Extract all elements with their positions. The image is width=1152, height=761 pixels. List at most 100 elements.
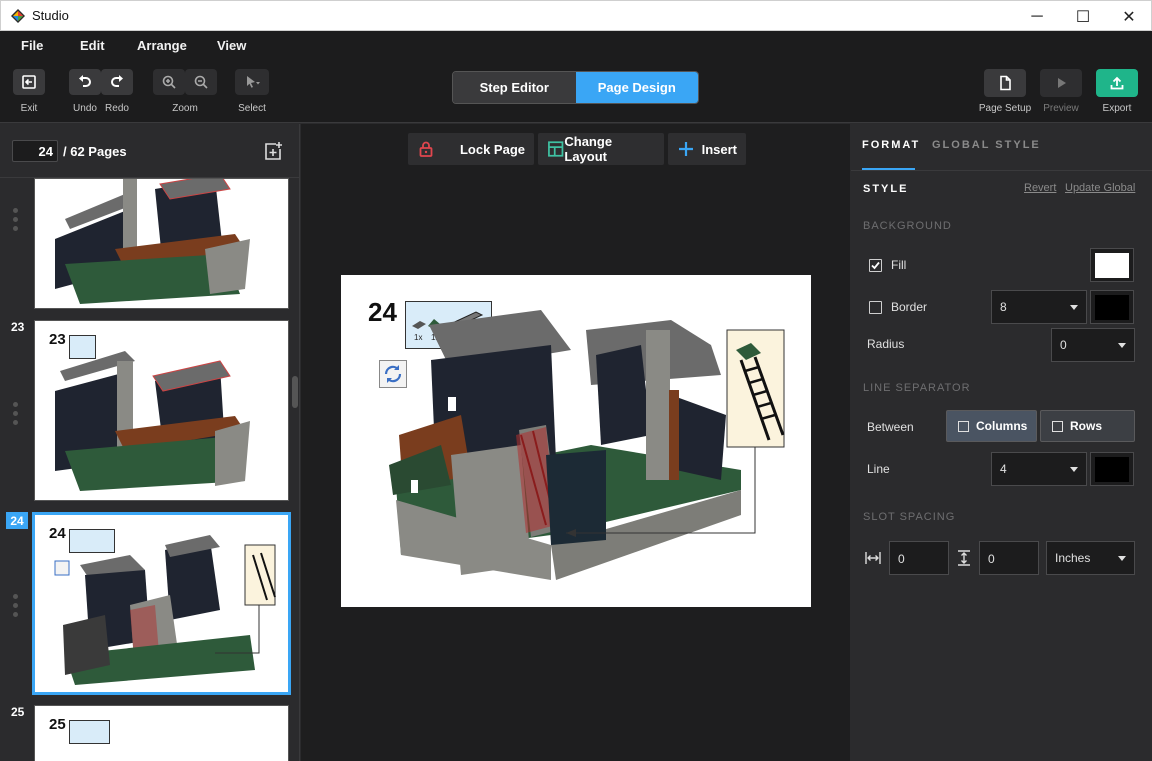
exit-button[interactable] xyxy=(13,69,45,95)
fill-checkbox[interactable] xyxy=(869,259,882,272)
tab-format[interactable]: FORMAT xyxy=(862,139,920,151)
menu-bar: File Edit Arrange View xyxy=(0,31,1152,59)
chevron-down-icon xyxy=(1070,467,1078,472)
chevron-down-icon xyxy=(1118,343,1126,348)
page-setup-button[interactable] xyxy=(984,69,1026,97)
export-upload-icon xyxy=(1110,76,1124,90)
zoom-out-icon xyxy=(194,75,208,89)
undo-label: Undo xyxy=(73,103,97,114)
checkbox-icon xyxy=(1052,420,1063,432)
border-width-dropdown[interactable]: 8 xyxy=(991,290,1087,324)
plus-icon xyxy=(679,142,693,156)
unit-dropdown[interactable]: Inches xyxy=(1046,541,1135,575)
tab-global-style[interactable]: GLOBAL STYLE xyxy=(932,139,1041,151)
checkbox-icon xyxy=(958,420,969,432)
page-thumbnail[interactable]: 23 xyxy=(34,320,289,501)
lock-page-label: Lock Page xyxy=(459,141,525,157)
undo-button[interactable] xyxy=(69,69,101,95)
update-global-link[interactable]: Update Global xyxy=(1065,182,1135,194)
line-width-value: 4 xyxy=(1000,462,1007,476)
page-canvas-area: Lock Page Change Layout Insert 24 1x 1x … xyxy=(301,124,850,761)
columns-toggle[interactable]: Columns xyxy=(946,410,1037,442)
layout-icon xyxy=(548,141,564,157)
border-label: Border xyxy=(891,300,928,314)
window-title: Studio xyxy=(32,8,69,23)
radius-value: 0 xyxy=(1060,338,1067,352)
radius-dropdown[interactable]: 0 xyxy=(1051,328,1135,362)
page-design-tab[interactable]: Page Design xyxy=(575,72,698,103)
menu-arrange[interactable]: Arrange xyxy=(137,38,187,53)
page-thumbnail-selected[interactable]: 24 xyxy=(32,512,291,695)
lego-model-thumbnail xyxy=(55,351,250,491)
page-setup-icon xyxy=(1000,75,1011,91)
toolbar: Exit Undo Redo Zoom Select Step Editor P… xyxy=(0,59,1152,123)
current-page-input[interactable]: 24 xyxy=(12,140,58,162)
checkmark-icon xyxy=(871,261,880,270)
border-checkbox[interactable] xyxy=(869,301,882,314)
drag-handle-icon[interactable] xyxy=(13,208,19,235)
zoom-in-icon xyxy=(162,75,176,89)
thumbnail-number: 24 xyxy=(6,512,28,529)
play-icon xyxy=(1058,78,1066,88)
drag-handle-icon[interactable] xyxy=(13,402,19,429)
zoom-in-button[interactable] xyxy=(153,69,185,95)
select-button[interactable] xyxy=(235,69,269,95)
page-thumbnail[interactable]: 25 xyxy=(34,705,289,761)
line-width-dropdown[interactable]: 4 xyxy=(991,452,1087,486)
export-label: Export xyxy=(1102,103,1132,114)
add-page-icon[interactable] xyxy=(263,141,283,161)
insert-button[interactable]: Insert xyxy=(668,133,746,165)
lego-castle-model xyxy=(389,310,785,580)
lego-model-thumbnail xyxy=(54,535,276,685)
pages-scrollbar[interactable] xyxy=(292,376,298,408)
fill-label: Fill xyxy=(891,258,907,272)
thumbnail-number: 23 xyxy=(11,320,25,334)
line-separator-heading: LINE SEPARATOR xyxy=(863,382,971,394)
rows-toggle[interactable]: Rows xyxy=(1040,410,1135,442)
radius-label: Radius xyxy=(867,337,905,351)
unit-value: Inches xyxy=(1055,551,1091,565)
select-cursor-icon xyxy=(247,76,260,88)
rows-label: Rows xyxy=(1070,419,1103,433)
maximize-button[interactable]: ☐ xyxy=(1060,1,1106,32)
columns-label: Columns xyxy=(976,419,1028,433)
exit-icon xyxy=(22,75,36,89)
drag-handle-icon[interactable] xyxy=(13,594,19,621)
fill-color-swatch[interactable] xyxy=(1090,248,1134,282)
border-color-swatch[interactable] xyxy=(1090,290,1134,324)
step-editor-tab[interactable]: Step Editor xyxy=(453,72,576,103)
zoom-out-button[interactable] xyxy=(185,69,217,95)
redo-icon xyxy=(111,75,123,87)
menu-edit[interactable]: Edit xyxy=(80,38,105,53)
preview-label: Preview xyxy=(1043,103,1079,114)
between-label: Between xyxy=(867,420,914,434)
menu-view[interactable]: View xyxy=(217,38,246,53)
vertical-spacing-input[interactable]: 0 xyxy=(979,541,1039,575)
border-width-value: 8 xyxy=(1000,300,1007,314)
menu-file[interactable]: File xyxy=(21,38,43,53)
exit-label: Exit xyxy=(20,103,38,114)
close-button[interactable]: ✕ xyxy=(1106,1,1152,32)
thumbnail-parts-callout xyxy=(69,720,110,744)
line-color-swatch[interactable] xyxy=(1090,452,1134,486)
change-layout-button[interactable]: Change Layout xyxy=(538,133,664,165)
zoom-label: Zoom xyxy=(172,103,198,114)
instruction-page[interactable]: 24 1x 1x 1x xyxy=(341,275,811,607)
horizontal-spacing-input[interactable]: 0 xyxy=(889,541,949,575)
chevron-down-icon xyxy=(1070,305,1078,310)
slot-spacing-heading: SLOT SPACING xyxy=(863,511,956,523)
lock-page-button[interactable]: Lock Page xyxy=(408,133,534,165)
pages-panel: 24 / 62 Pages 23 23 24 24 25 25 xyxy=(0,124,300,761)
change-layout-label: Change Layout xyxy=(564,134,613,164)
export-button[interactable] xyxy=(1096,69,1138,97)
revert-link[interactable]: Revert xyxy=(1024,182,1056,194)
background-heading: BACKGROUND xyxy=(863,220,952,232)
vertical-spacing-icon xyxy=(958,550,970,566)
minimize-button[interactable]: ─ xyxy=(1014,1,1060,32)
studio-logo-icon xyxy=(11,8,25,23)
lego-model-thumbnail xyxy=(55,179,250,304)
preview-button[interactable] xyxy=(1040,69,1082,97)
redo-button[interactable] xyxy=(101,69,133,95)
page-thumbnail[interactable] xyxy=(34,178,289,309)
chevron-down-icon xyxy=(1118,556,1126,561)
